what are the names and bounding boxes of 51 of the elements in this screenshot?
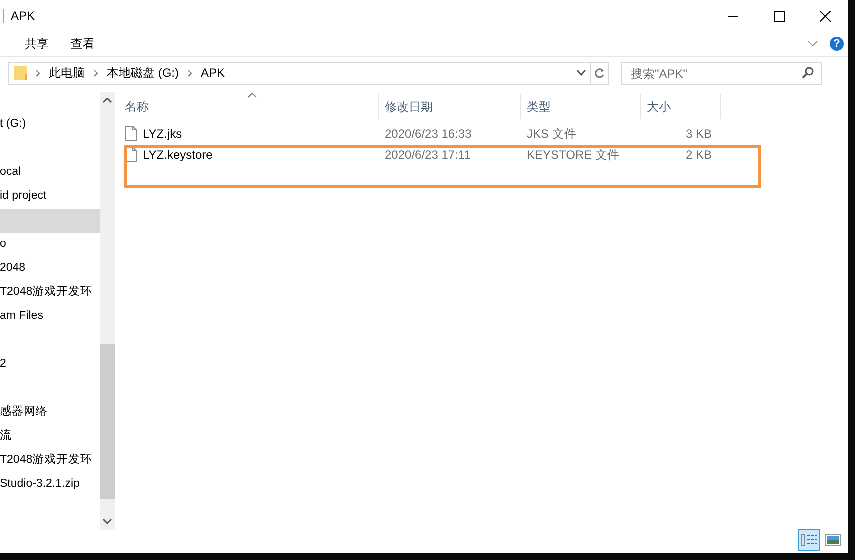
file-name[interactable]: LYZ.jks [143, 124, 182, 142]
breadcrumb[interactable]: APK [201, 64, 226, 82]
file-type: JKS 文件 [527, 126, 576, 140]
file-name[interactable]: LYZ.keystore [143, 146, 213, 164]
scroll-up-icon[interactable] [103, 98, 112, 103]
breadcrumb[interactable]: 本地磁盘 (G:) [107, 64, 179, 82]
scroll-down-icon[interactable] [103, 519, 112, 524]
breadcrumb[interactable]: 此电脑 [49, 64, 85, 82]
column-header[interactable]: 大小 [641, 94, 721, 119]
close-icon [820, 10, 830, 22]
column-header[interactable]: 修改日期 [379, 94, 521, 119]
modified-date: 2020/6/23 16:33 [385, 126, 472, 140]
search-icon [802, 66, 814, 78]
column-header[interactable]: 类型 [521, 94, 641, 119]
sort-caret-icon[interactable] [248, 93, 257, 98]
help-button[interactable]: ? [830, 37, 844, 51]
nav-item[interactable]: ocal [0, 161, 100, 185]
ribbon-tab[interactable]: 查看 [60, 35, 106, 53]
nav-item[interactable]: 2048 [0, 257, 100, 281]
chevron-down-icon[interactable] [808, 41, 818, 47]
maximize-icon [774, 10, 784, 22]
modified-date: 2020/6/23 17:11 [385, 148, 471, 162]
file-icon [125, 126, 137, 141]
nav-item[interactable]: 流 [0, 425, 100, 449]
chevron-right-icon[interactable] [94, 70, 98, 76]
folder-icon [14, 66, 27, 80]
file-size: 2 KB [686, 148, 712, 162]
column-header[interactable]: 名称 [117, 94, 379, 119]
file-type: KEYSTORE 文件 [527, 148, 620, 162]
nav-item[interactable]: am Files [0, 305, 100, 329]
chevron-right-icon[interactable] [188, 70, 192, 76]
file-size: 3 KB [686, 126, 712, 140]
scrollbar[interactable] [100, 92, 115, 530]
nav-item[interactable]: T2048游戏开发环 [0, 281, 100, 305]
nav-item[interactable]: t (G:) [0, 113, 100, 137]
nav-item[interactable]: T2048游戏开发环 [0, 449, 100, 473]
address-bar[interactable]: 此电脑 本地磁盘 (G:) APK [8, 62, 591, 84]
refresh-button[interactable] [591, 62, 609, 84]
chevron-right-icon[interactable] [36, 70, 40, 76]
nav-item[interactable]: 感器网络 [0, 401, 100, 425]
dropdown-icon[interactable] [577, 70, 586, 76]
nav-item[interactable]: id project [0, 185, 100, 209]
scroll-thumb[interactable] [100, 344, 115, 499]
details-view-button[interactable] [798, 529, 820, 551]
refresh-icon [594, 68, 605, 78]
nav-item[interactable]: Studio-3.2.1.zip [0, 473, 100, 497]
nav-item[interactable]: 2 [0, 353, 100, 377]
nav-item[interactable]: o [0, 233, 100, 257]
ribbon-tab[interactable]: 共享 [14, 35, 60, 53]
window-title: APK [11, 8, 36, 25]
search-field[interactable]: 搜索"APK" [621, 62, 822, 85]
